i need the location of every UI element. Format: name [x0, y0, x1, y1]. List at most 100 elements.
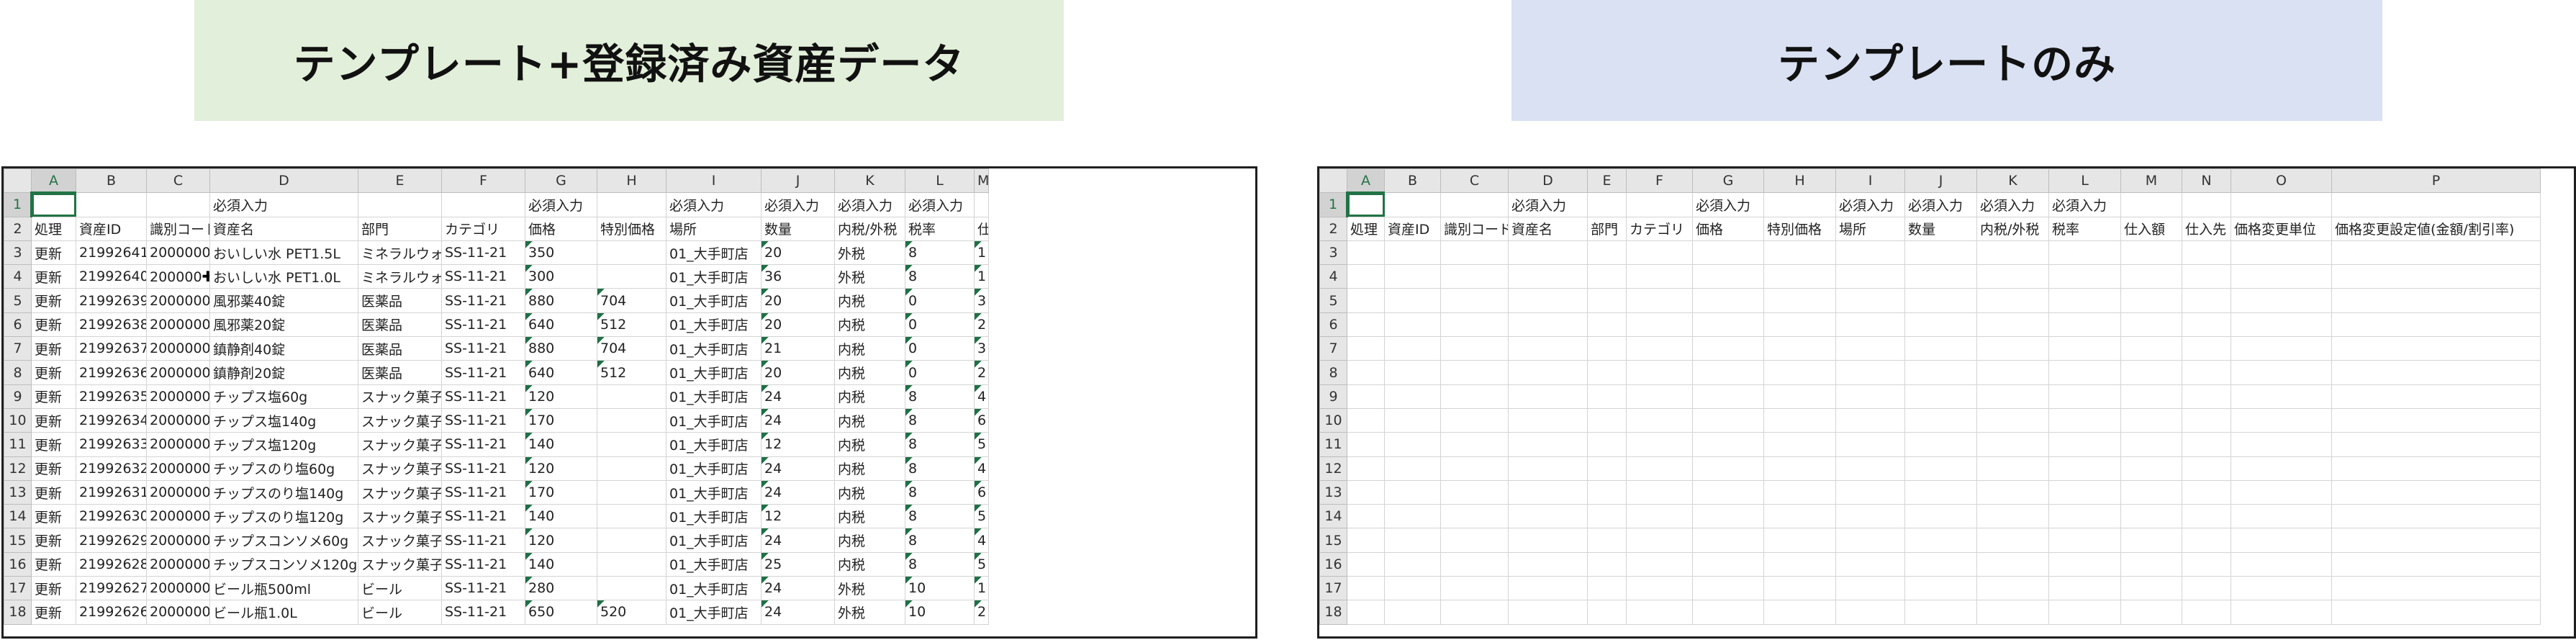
- data-cell[interactable]: 更新: [31, 504, 76, 529]
- cell[interactable]: [2231, 264, 2332, 289]
- cell[interactable]: [1347, 551, 1385, 577]
- data-cell[interactable]: [597, 504, 666, 529]
- cell[interactable]: [1587, 528, 1627, 553]
- data-cell[interactable]: 350: [525, 240, 597, 266]
- column-header-f[interactable]: F: [1626, 168, 1693, 194]
- data-cell[interactable]: チップス塩120g: [209, 432, 358, 457]
- data-cell[interactable]: 2000000357856: [146, 576, 210, 601]
- column-header-n[interactable]: N: [2182, 168, 2231, 194]
- cell[interactable]: [1384, 528, 1441, 553]
- data-cell[interactable]: 内税: [834, 288, 905, 313]
- cell[interactable]: [1763, 504, 1836, 529]
- data-cell[interactable]: 21992641: [76, 240, 147, 266]
- data-cell[interactable]: 0: [905, 336, 975, 361]
- cell[interactable]: [1440, 288, 1509, 313]
- cell[interactable]: [1384, 360, 1441, 385]
- required-input-cell[interactable]: [2331, 192, 2541, 217]
- cell[interactable]: [2331, 240, 2541, 266]
- data-cell[interactable]: 170: [525, 479, 597, 505]
- row-header-18[interactable]: 18: [1319, 600, 1347, 625]
- cell[interactable]: [2120, 432, 2182, 457]
- column-title-cell[interactable]: 税率: [2048, 216, 2121, 241]
- cell[interactable]: [1976, 264, 2049, 289]
- data-cell[interactable]: [597, 264, 666, 289]
- column-title-cell[interactable]: 処理: [1347, 216, 1385, 241]
- cell[interactable]: [1440, 551, 1509, 577]
- cell[interactable]: [2182, 264, 2231, 289]
- cell[interactable]: [1763, 384, 1836, 409]
- data-cell[interactable]: 01_大手町店: [666, 407, 761, 433]
- cell[interactable]: [2120, 528, 2182, 553]
- data-cell[interactable]: 更新: [31, 479, 76, 505]
- cell[interactable]: [1904, 264, 1977, 289]
- data-cell[interactable]: 01_大手町店: [666, 264, 761, 289]
- required-input-cell[interactable]: 必須入力: [666, 192, 761, 217]
- cell[interactable]: [2048, 360, 2121, 385]
- cell[interactable]: [1763, 551, 1836, 577]
- data-cell[interactable]: 25: [761, 551, 835, 577]
- data-cell[interactable]: 2000000357870: [146, 504, 210, 529]
- data-cell[interactable]: 5: [974, 551, 989, 577]
- data-cell[interactable]: SS-11-21: [441, 456, 525, 481]
- cell[interactable]: [1508, 528, 1588, 553]
- data-cell[interactable]: 5: [974, 432, 989, 457]
- cell[interactable]: [1835, 407, 1905, 433]
- cell[interactable]: [2231, 312, 2332, 338]
- cell[interactable]: [2182, 384, 2231, 409]
- data-cell[interactable]: 医薬品: [358, 288, 442, 313]
- required-input-cell[interactable]: 必須入力: [1508, 192, 1588, 217]
- row-header-17[interactable]: 17: [1319, 576, 1347, 601]
- data-cell[interactable]: 24: [761, 528, 835, 553]
- data-cell[interactable]: [597, 384, 666, 409]
- data-cell[interactable]: 880: [525, 336, 597, 361]
- cell[interactable]: [1587, 576, 1627, 601]
- data-cell[interactable]: チップス塩60g: [209, 384, 358, 409]
- cell[interactable]: [1508, 384, 1588, 409]
- cell[interactable]: [2231, 384, 2332, 409]
- data-cell[interactable]: SS-11-21: [441, 432, 525, 457]
- cell[interactable]: [1835, 432, 1905, 457]
- row-header-13[interactable]: 13: [4, 479, 32, 505]
- data-cell[interactable]: おいしい水 PET1.5L: [209, 240, 358, 266]
- row-header-5[interactable]: 5: [1319, 288, 1347, 313]
- cell[interactable]: [1587, 360, 1627, 385]
- data-cell[interactable]: SS-11-21: [441, 312, 525, 338]
- data-cell[interactable]: スナック菓子: [358, 456, 442, 481]
- column-header-g[interactable]: G: [1692, 168, 1764, 194]
- data-cell[interactable]: 21992629: [76, 528, 147, 553]
- data-cell[interactable]: SS-11-21: [441, 336, 525, 361]
- cell[interactable]: [1347, 479, 1385, 505]
- data-cell[interactable]: 2000000357857: [146, 600, 210, 625]
- data-cell[interactable]: チップスコンソメ120g: [209, 551, 358, 577]
- cell[interactable]: [1587, 288, 1627, 313]
- required-input-cell[interactable]: 必須入力: [1692, 192, 1764, 217]
- data-cell[interactable]: 8: [905, 407, 975, 433]
- data-cell[interactable]: 外税: [834, 600, 905, 625]
- cell[interactable]: [1904, 432, 1977, 457]
- cell[interactable]: [1692, 336, 1764, 361]
- data-cell[interactable]: SS-11-21: [441, 360, 525, 385]
- cell[interactable]: [2231, 432, 2332, 457]
- data-cell[interactable]: 医薬品: [358, 360, 442, 385]
- cell[interactable]: [1587, 479, 1627, 505]
- cell[interactable]: [1626, 456, 1693, 481]
- column-title-cell[interactable]: 部門: [1587, 216, 1627, 241]
- data-cell[interactable]: 21992636: [76, 360, 147, 385]
- data-cell[interactable]: 更新: [31, 240, 76, 266]
- required-input-cell[interactable]: [146, 192, 210, 217]
- required-input-cell[interactable]: 必須入力: [834, 192, 905, 217]
- data-cell[interactable]: 医薬品: [358, 312, 442, 338]
- required-input-cell[interactable]: 必須入力: [209, 192, 358, 217]
- column-title-cell[interactable]: 仕入額: [2120, 216, 2182, 241]
- data-cell[interactable]: 24: [761, 407, 835, 433]
- cell[interactable]: [1976, 528, 2049, 553]
- cell[interactable]: [1692, 456, 1764, 481]
- data-cell[interactable]: 内税: [834, 384, 905, 409]
- data-cell[interactable]: 8: [905, 456, 975, 481]
- active-cell[interactable]: [1347, 192, 1385, 217]
- cell[interactable]: [1587, 600, 1627, 625]
- cell[interactable]: [1976, 504, 2049, 529]
- data-cell[interactable]: 21992640: [76, 264, 147, 289]
- data-cell[interactable]: 21992632: [76, 456, 147, 481]
- column-header-e[interactable]: E: [358, 168, 442, 194]
